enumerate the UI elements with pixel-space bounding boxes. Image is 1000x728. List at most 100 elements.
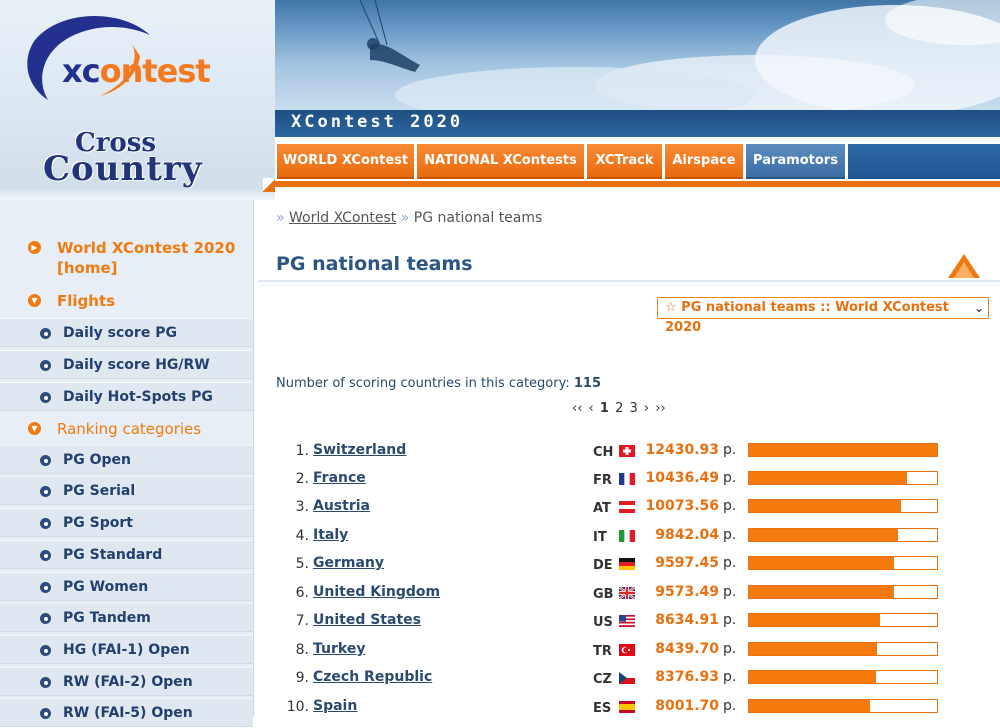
- country-code: CH: [593, 445, 614, 460]
- country-link[interactable]: United Kingdom: [313, 584, 440, 600]
- sidebar-item-pg-open[interactable]: PG Open: [0, 445, 253, 474]
- country-code: DE: [593, 558, 613, 573]
- sidebar-item-label: Daily score PG: [63, 325, 177, 341]
- score-bar-fill: [749, 557, 895, 569]
- pager-first-button[interactable]: ‹‹: [572, 401, 582, 416]
- score-bar: [748, 642, 938, 656]
- score-bar-fill: [749, 643, 877, 655]
- breadcrumb-arrow-icon: »: [276, 210, 285, 226]
- bullet-icon: [40, 328, 51, 339]
- sidebar-item-label: World XContest 2020 [home]: [57, 239, 236, 277]
- sidebar-item-flights[interactable]: ▼ Flights: [0, 291, 253, 311]
- breadcrumb-link-world-xcontest[interactable]: World XContest: [289, 210, 396, 226]
- rank-number: 9.: [295, 670, 309, 686]
- sidebar-item-label: Daily score HG/RW: [63, 357, 210, 373]
- sidebar-item-rw-fai2-open[interactable]: RW (FAI-2) Open: [0, 667, 253, 696]
- ranking-row: 9. Czech Republic CZ 8376.93 p.: [280, 667, 960, 695]
- score-bar: [748, 443, 938, 457]
- score-unit: p.: [723, 555, 737, 571]
- sidebar-item-pg-serial[interactable]: PG Serial: [0, 476, 253, 505]
- country-link[interactable]: United States: [313, 612, 421, 628]
- flag-ch-icon: [619, 445, 635, 457]
- breadcrumb-current: PG national teams: [413, 210, 543, 226]
- tab-world-xcontest[interactable]: WORLD XContest: [277, 144, 414, 179]
- rank-number: 2.: [295, 471, 309, 487]
- arrow-down-icon: ▼: [28, 422, 41, 435]
- country-link[interactable]: Spain: [313, 698, 357, 714]
- sidebar-item-home[interactable]: ▶ World XContest 2020 [home]: [0, 238, 253, 278]
- score-bar: [748, 613, 938, 627]
- sidebar-item-pg-women[interactable]: PG Women: [0, 572, 253, 601]
- pager-page-1[interactable]: 1: [600, 401, 609, 416]
- sidebar-item-pg-sport[interactable]: PG Sport: [0, 508, 253, 537]
- sidebar-item-daily-score-hg-rw[interactable]: Daily score HG/RW: [0, 350, 253, 379]
- sidebar-item-label: RW (FAI-5) Open: [63, 705, 193, 721]
- title-spacer: [275, 137, 1000, 144]
- tab-paramotors[interactable]: Paramotors: [746, 144, 845, 179]
- nav-fill: [848, 144, 1000, 179]
- score-bar: [748, 699, 938, 713]
- sidebar-item-daily-score-pg[interactable]: Daily score PG: [0, 318, 253, 347]
- country-code: ES: [593, 701, 612, 716]
- rank-number: 4.: [295, 528, 309, 544]
- title-divider: [258, 285, 1000, 286]
- flag-fr-icon: [619, 473, 635, 485]
- sidebar-item-pg-standard[interactable]: PG Standard: [0, 540, 253, 569]
- score-value: 9597.45: [655, 555, 719, 571]
- cross-country-logo[interactable]: Cross Country: [43, 130, 203, 186]
- sidebar-item-hg-fai1-open[interactable]: HG (FAI-1) Open: [0, 635, 253, 664]
- ranking-row: 5. Germany DE 9597.45 p.: [280, 553, 960, 581]
- sidebar-item-ranking-categories[interactable]: ▼ Ranking categories: [0, 419, 253, 439]
- score-bar-fill: [749, 444, 937, 456]
- country-link[interactable]: Germany: [313, 555, 384, 571]
- rank-number: 5.: [295, 556, 309, 572]
- sidebar-item-label: Ranking categories: [57, 420, 202, 438]
- score-bar: [748, 471, 938, 485]
- country-code: CZ: [593, 672, 612, 687]
- score-value: 12430.93: [645, 442, 719, 458]
- pager-page-3[interactable]: 3: [630, 401, 638, 416]
- pager-prev-button[interactable]: ‹: [589, 401, 594, 416]
- pager-page-2[interactable]: 2: [615, 401, 623, 416]
- flag-gb-icon: [619, 587, 635, 599]
- country-link[interactable]: Switzerland: [313, 442, 406, 458]
- flag-es-icon: [619, 701, 635, 713]
- country-link[interactable]: Italy: [313, 527, 348, 543]
- tab-airspace[interactable]: Airspace: [665, 144, 743, 179]
- score-bar-fill: [749, 500, 902, 512]
- score-value: 8001.70: [655, 698, 719, 714]
- country-link[interactable]: Czech Republic: [313, 669, 432, 685]
- flag-at-icon: [619, 501, 635, 513]
- sidebar-item-label: Daily Hot-Spots PG: [63, 389, 213, 405]
- tab-xctrack[interactable]: XCTrack: [587, 144, 662, 179]
- country-link[interactable]: France: [313, 470, 366, 486]
- score-unit: p.: [723, 498, 737, 514]
- country-link[interactable]: Austria: [313, 498, 370, 514]
- sidebar-item-rw-fai5-open[interactable]: RW (FAI-5) Open: [0, 698, 253, 727]
- ranking-row: 3. Austria AT 10073.56 p.: [280, 496, 960, 524]
- ranking-row: 10. Spain ES 8001.70 p.: [280, 696, 960, 724]
- pager: ‹‹ ‹ 1 2 3 › ››: [572, 401, 666, 416]
- title-triangle-icon: [948, 254, 980, 278]
- country-link[interactable]: Turkey: [313, 641, 365, 657]
- sidebar-item-label: Flights: [57, 292, 116, 310]
- bullet-icon: [40, 645, 51, 656]
- pager-last-button[interactable]: ››: [655, 401, 665, 416]
- xcontest-logo[interactable]: xcontest: [62, 52, 211, 90]
- chevron-down-icon: ⌄: [973, 301, 984, 315]
- pager-next-button[interactable]: ›: [644, 401, 649, 416]
- logo-area[interactable]: xcontest Cross Country: [0, 0, 275, 200]
- sidebar-item-daily-hot-spots-pg[interactable]: Daily Hot-Spots PG: [0, 382, 253, 411]
- rank-number: 10.: [286, 699, 309, 715]
- score-value: 9842.04: [655, 527, 719, 543]
- ranking-row: 6. United Kingdom GB 9573.49 p.: [280, 582, 960, 610]
- rank-number: 7.: [295, 613, 309, 629]
- arrow-right-icon: ▶: [28, 241, 41, 254]
- tab-national-xcontests[interactable]: NATIONAL XContests: [417, 144, 584, 179]
- score-bar: [748, 585, 938, 599]
- score-bar-fill: [749, 586, 894, 598]
- bullet-icon: [40, 613, 51, 624]
- category-select[interactable]: ☆ PG national teams :: World XContest 20…: [657, 297, 989, 335]
- sidebar-item-pg-tandem[interactable]: PG Tandem: [0, 603, 253, 632]
- category-select-value: ☆ PG national teams :: World XContest 20…: [665, 300, 949, 335]
